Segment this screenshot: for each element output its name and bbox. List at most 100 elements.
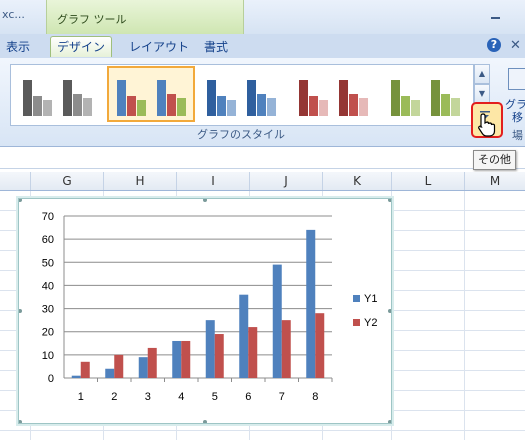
bar-y1-7 (272, 264, 282, 378)
tab-design[interactable]: デザイン (50, 36, 112, 57)
style-thumbnail-bar (441, 94, 450, 116)
x-tick-label: 6 (245, 391, 251, 403)
embedded-chart[interactable]: 0 10 20 30 40 50 60 70 1 2 3 4 5 6 7 8 Y1 Y2 (18, 198, 392, 424)
chart-style-4[interactable] (291, 68, 375, 120)
style-thumbnail-bar (157, 80, 166, 116)
grid-row-line (0, 430, 525, 431)
bar-y1-3 (138, 357, 148, 378)
tab-format[interactable]: 書式 (194, 37, 238, 57)
style-thumbnail-bar (227, 100, 236, 116)
bar-y1-4 (172, 340, 182, 378)
x-tick-label: 1 (78, 391, 84, 403)
minimize-icon[interactable] (488, 8, 504, 22)
tab-layout[interactable]: レイアウト (120, 37, 198, 57)
chart-style-5[interactable] (383, 68, 467, 120)
style-thumbnail-bar (217, 96, 226, 116)
chart-svg: 0 10 20 30 40 50 60 70 1 2 3 4 5 6 7 8 Y1 Y2 (19, 199, 391, 423)
column-header-h[interactable]: H (104, 172, 177, 190)
style-thumbnail-bar (33, 96, 42, 116)
column-header-j[interactable]: J (250, 172, 323, 190)
gallery-group-label: グラフのスタイル (197, 128, 285, 141)
x-tick-label: 5 (212, 391, 218, 403)
style-thumbnail-bar (411, 100, 420, 116)
y-tick-label: 60 (42, 234, 54, 246)
style-thumbnail-bar (359, 98, 368, 116)
style-thumbnail-bar (63, 80, 72, 116)
chart-style-3[interactable] (199, 68, 283, 120)
bar-y2-1 (80, 361, 90, 378)
grid-column-line (464, 191, 465, 440)
bar-y2-6 (248, 327, 258, 378)
style-thumbnail-bar (431, 80, 440, 116)
x-tick-label: 4 (178, 391, 184, 403)
x-tick-label: 2 (111, 391, 117, 403)
window-title: xc... (2, 8, 25, 21)
style-thumbnail-bar (257, 94, 266, 116)
style-thumbnail-bar (319, 100, 328, 116)
bar-y1-8 (306, 229, 316, 378)
style-thumbnail-bar (73, 94, 82, 116)
style-thumbnail-bar (339, 80, 348, 116)
bar-y1-2 (105, 368, 115, 378)
chart-style-2[interactable] (107, 66, 195, 122)
style-thumbnail-bar (247, 80, 256, 116)
style-thumbnail-bar (451, 98, 460, 116)
bar-y2-5 (214, 334, 224, 378)
bar-y2-3 (147, 347, 157, 378)
resize-handle (388, 420, 391, 423)
x-tick-label: 3 (145, 391, 151, 403)
bar-y2-2 (114, 354, 124, 378)
chart-style-1[interactable] (15, 68, 99, 120)
resize-handle (19, 420, 22, 423)
y-tick-label: 20 (42, 327, 54, 339)
move-chart-label-line2[interactable]: 移 (512, 109, 523, 125)
location-group-label: 場 (512, 129, 523, 142)
tooltip: その他 (473, 150, 516, 170)
style-thumbnail-bar (177, 98, 186, 116)
y-tick-label: 70 (42, 211, 54, 223)
legend-label-y2: Y2 (364, 317, 377, 329)
style-thumbnail-bar (309, 96, 318, 116)
mouse-pointer-icon (478, 113, 496, 137)
bar-y1-6 (239, 294, 249, 378)
style-thumbnail-bar (117, 80, 126, 116)
bar-y1-5 (205, 320, 215, 378)
style-thumbnail-bar (391, 80, 400, 116)
column-header-g[interactable]: G (31, 172, 104, 190)
tab-view[interactable]: 表示 (0, 37, 36, 57)
resize-handle (388, 309, 391, 313)
resize-handle (388, 199, 391, 202)
style-thumbnail-bar (349, 94, 358, 116)
gallery-scroll-down-button[interactable]: ▼ (474, 84, 490, 104)
bar-y2-7 (281, 320, 291, 378)
chart-style-gallery (10, 64, 474, 126)
legend-swatch-y1 (353, 295, 360, 302)
y-tick-label: 0 (48, 373, 54, 385)
bar-y2-8 (315, 313, 325, 378)
formula-bar[interactable] (0, 148, 525, 169)
close-icon[interactable]: ✕ (510, 38, 521, 53)
style-thumbnail-bar (267, 98, 276, 116)
style-thumbnail-bar (207, 80, 216, 116)
y-tick-label: 40 (42, 280, 54, 292)
column-header-m[interactable]: M (465, 172, 525, 190)
contextual-tool-group: グラフ ツール (46, 0, 244, 34)
column-header-l[interactable]: L (392, 172, 465, 190)
column-header-previous[interactable] (0, 172, 31, 190)
x-tick-label: 7 (279, 391, 285, 403)
column-headers: G H I J K L M (0, 172, 525, 191)
style-thumbnail-bar (167, 94, 176, 116)
column-header-k[interactable]: K (323, 172, 392, 190)
legend-swatch-y2 (353, 319, 360, 326)
resize-handle (19, 199, 22, 202)
x-tick-label: 8 (312, 391, 318, 403)
resize-handle (203, 199, 207, 202)
resize-handle (203, 420, 207, 423)
move-chart-icon[interactable] (508, 68, 525, 90)
help-icon[interactable]: ? (487, 38, 501, 52)
gallery-scroll-up-button[interactable]: ▲ (474, 64, 490, 84)
style-thumbnail-bar (401, 96, 410, 116)
style-thumbnail-bar (23, 80, 32, 116)
style-thumbnail-bar (83, 98, 92, 116)
column-header-i[interactable]: I (177, 172, 250, 190)
